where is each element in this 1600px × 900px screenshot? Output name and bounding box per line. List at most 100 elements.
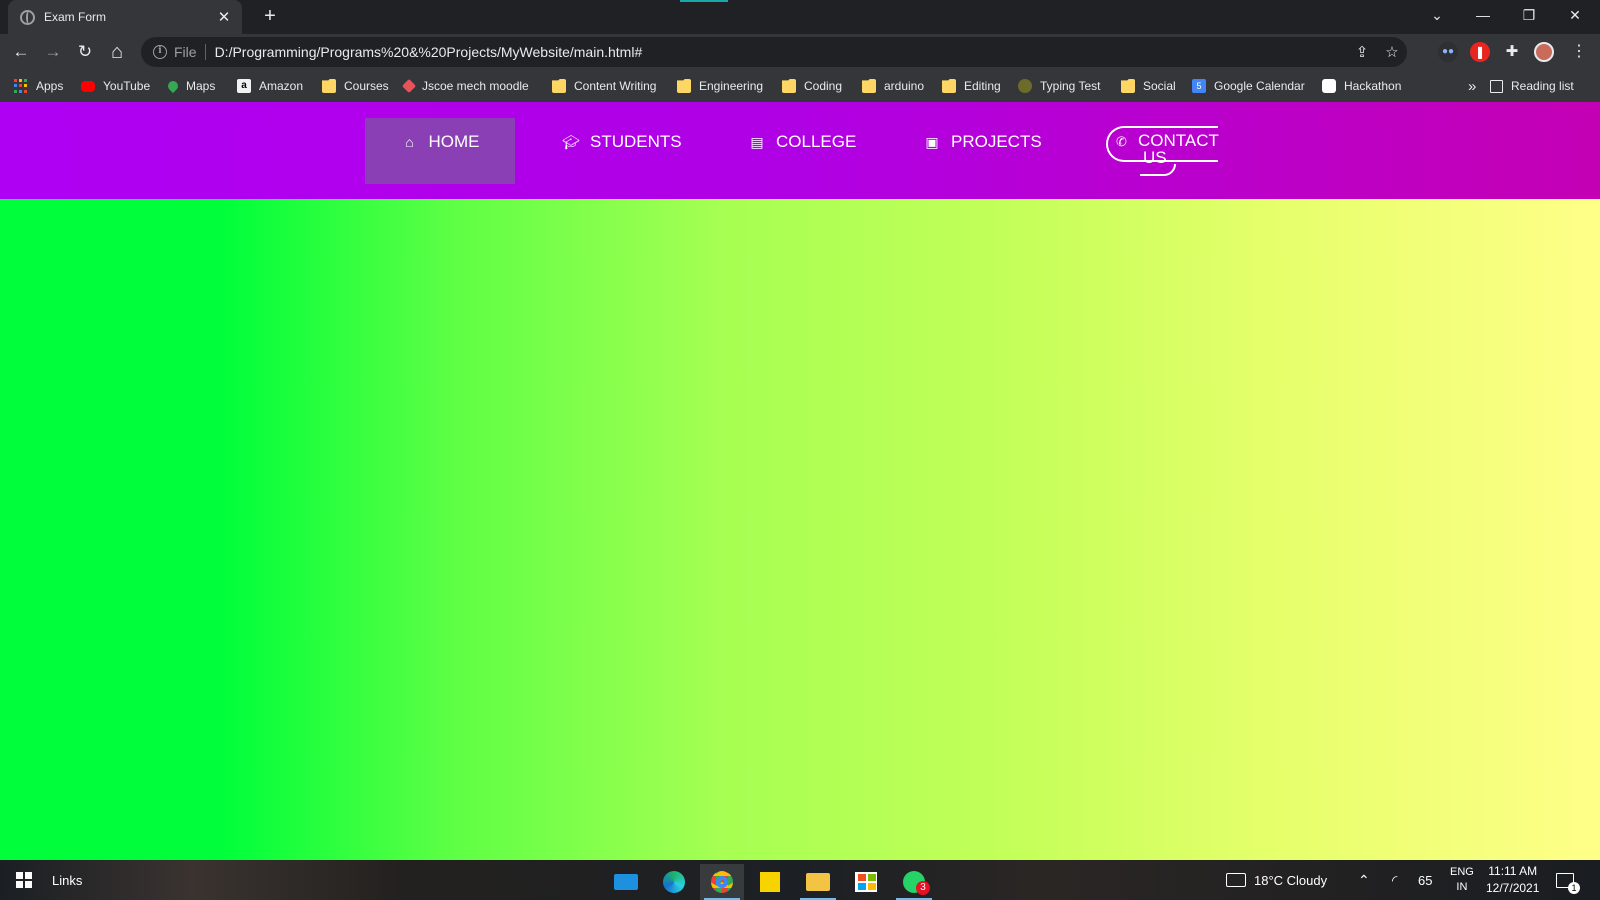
- home-button[interactable]: ⌂: [104, 39, 130, 65]
- url-text[interactable]: D:/Programming/Programs%20&%20Projects/M…: [215, 44, 1347, 60]
- moodle-icon: [401, 78, 417, 94]
- restore-button[interactable]: ❐: [1506, 0, 1552, 30]
- tab-close-icon[interactable]: ✕: [216, 8, 232, 26]
- bookmark-moodle[interactable]: Jscoe mech moodle: [401, 70, 529, 102]
- bookmark-label: Courses: [344, 79, 389, 93]
- file-explorer-icon[interactable]: [796, 864, 840, 900]
- reading-list-label: Reading list: [1511, 79, 1574, 93]
- bookmark-hackathon[interactable]: Hackathon: [1322, 70, 1401, 102]
- whatsapp-icon[interactable]: 3: [892, 864, 936, 900]
- minimize-button[interactable]: —: [1460, 0, 1506, 30]
- weather-widget[interactable]: 18°C Cloudy: [1226, 860, 1327, 900]
- notification-badge: 1: [1568, 882, 1580, 894]
- tab-search-icon[interactable]: ⌄: [1414, 0, 1460, 30]
- bookmark-label: arduino: [884, 79, 925, 93]
- reading-list-button[interactable]: Reading list: [1490, 70, 1574, 102]
- extensions-puzzle-icon[interactable]: ✚: [1502, 42, 1522, 62]
- language-indicator[interactable]: ENG IN: [1450, 860, 1474, 900]
- chrome-browser-icon[interactable]: [700, 864, 744, 900]
- bookmark-social[interactable]: Social: [1121, 70, 1176, 102]
- globe-icon: [20, 9, 35, 25]
- bookmark-arduino[interactable]: arduino: [862, 70, 924, 102]
- nav-label: HOME: [428, 132, 480, 151]
- forward-button[interactable]: →: [40, 39, 66, 65]
- nav-college[interactable]: ▤ COLLEGE: [748, 118, 856, 184]
- bookmark-label: Amazon: [259, 79, 304, 93]
- bookmark-maps[interactable]: Maps: [165, 70, 215, 102]
- region-code: IN: [1456, 881, 1468, 893]
- nav-projects[interactable]: ▣ PROJECTS: [923, 118, 1041, 184]
- browser-tab[interactable]: Exam Form ✕: [8, 0, 242, 34]
- back-button[interactable]: ←: [8, 39, 34, 65]
- bookmark-content-writing[interactable]: Content Writing: [552, 70, 656, 102]
- nav-students[interactable]: 🎓︎ STUDENTS: [562, 118, 682, 184]
- mail-app-icon[interactable]: [604, 864, 648, 900]
- wifi-icon[interactable]: ◜: [1392, 860, 1397, 900]
- tab-indicator: [680, 0, 728, 2]
- bookmark-google-calendar[interactable]: 5 Google Calendar: [1192, 70, 1305, 102]
- site-info-icon[interactable]: i: [153, 45, 167, 59]
- edge-browser-icon[interactable]: [652, 864, 696, 900]
- folder-icon: [1121, 79, 1135, 93]
- windows-taskbar: Links 3 18°C Cloudy ⌃ ◜ 65 ENG IN 11:11: [0, 860, 1600, 900]
- share-icon[interactable]: ⇪: [1347, 43, 1377, 61]
- clock[interactable]: 11:11 AM 12/7/2021: [1486, 860, 1539, 900]
- microsoft-store-icon[interactable]: [844, 864, 888, 900]
- camera-icon: ▣: [925, 134, 939, 150]
- nav-home[interactable]: ⌂ HOME: [365, 118, 515, 184]
- window-close-button[interactable]: ✕: [1552, 0, 1598, 30]
- bookmark-apps[interactable]: Apps: [14, 70, 63, 102]
- weather-text: 18°C Cloudy: [1254, 872, 1328, 888]
- maps-pin-icon: [165, 78, 181, 94]
- extension-glasses-icon[interactable]: ●●: [1438, 42, 1458, 62]
- taskbar-search[interactable]: Links: [52, 860, 82, 900]
- folder-icon: [552, 79, 566, 93]
- clock-date: 12/7/2021: [1486, 881, 1540, 895]
- graduation-cap-icon: 🎓︎: [562, 134, 580, 150]
- bookmark-label: Jscoe mech moodle: [422, 79, 529, 93]
- calendar-icon: 5: [1192, 79, 1206, 93]
- address-bar[interactable]: i File D:/Programming/Programs%20&%20Pro…: [141, 37, 1407, 67]
- bookmark-label: YouTube: [103, 79, 151, 93]
- bookmark-label: Google Calendar: [1214, 79, 1305, 93]
- web-page: ⌂ HOME 🎓︎ STUDENTS ▤ COLLEGE ▣ PROJECTS …: [0, 102, 1600, 860]
- bookmark-courses[interactable]: Courses: [322, 70, 389, 102]
- address-divider: [204, 44, 206, 60]
- news-weather-icon: [1226, 873, 1246, 887]
- folder-icon: [322, 79, 336, 93]
- home-icon: ⌂: [405, 134, 414, 150]
- typing-test-icon: [1018, 79, 1032, 93]
- bookmark-label: Coding: [804, 79, 843, 93]
- bookmark-typing-test[interactable]: Typing Test: [1018, 70, 1100, 102]
- extension-red-icon[interactable]: ❚: [1470, 42, 1490, 62]
- site-navbar: ⌂ HOME 🎓︎ STUDENTS ▤ COLLEGE ▣ PROJECTS …: [0, 102, 1600, 199]
- reload-button[interactable]: ↻: [72, 39, 98, 65]
- bookmark-engineering[interactable]: Engineering: [677, 70, 763, 102]
- notification-center-icon[interactable]: 1: [1556, 860, 1580, 900]
- bookmark-label: Content Writing: [574, 79, 657, 93]
- bookmark-label: Editing: [964, 79, 1001, 93]
- building-icon: ▤: [750, 134, 764, 150]
- bookmark-star-icon[interactable]: ☆: [1377, 43, 1407, 61]
- contact-button-outline: [1140, 164, 1176, 176]
- phone-icon: ✆: [1116, 134, 1127, 149]
- bookmark-label: Typing Test: [1040, 79, 1101, 93]
- new-tab-button[interactable]: +: [258, 4, 282, 28]
- hackathon-icon: [1322, 79, 1336, 93]
- profile-avatar[interactable]: [1534, 42, 1554, 62]
- battery-level[interactable]: 65: [1418, 860, 1432, 900]
- bookmark-amazon[interactable]: a Amazon: [237, 70, 303, 102]
- bookmark-editing[interactable]: Editing: [942, 70, 1001, 102]
- show-hidden-icons-chevron-icon[interactable]: ⌃: [1358, 860, 1370, 900]
- whatsapp-badge: 3: [916, 881, 930, 895]
- windows-start-icon[interactable]: [16, 872, 32, 888]
- sticky-notes-icon[interactable]: [748, 864, 792, 900]
- clock-time: 11:11 AM: [1488, 864, 1538, 878]
- bookmark-coding[interactable]: Coding: [782, 70, 842, 102]
- browser-menu-icon[interactable]: ⋮: [1566, 39, 1592, 65]
- browser-toolbar: ← → ↻ ⌂ i File D:/Programming/Programs%2…: [0, 34, 1600, 70]
- tab-strip: Exam Form ✕ + ⌄ — ❐ ✕: [0, 0, 1600, 34]
- nav-label: STUDENTS: [590, 132, 682, 151]
- bookmark-youtube[interactable]: YouTube: [81, 70, 150, 102]
- bookmarks-overflow-button[interactable]: »: [1468, 70, 1476, 102]
